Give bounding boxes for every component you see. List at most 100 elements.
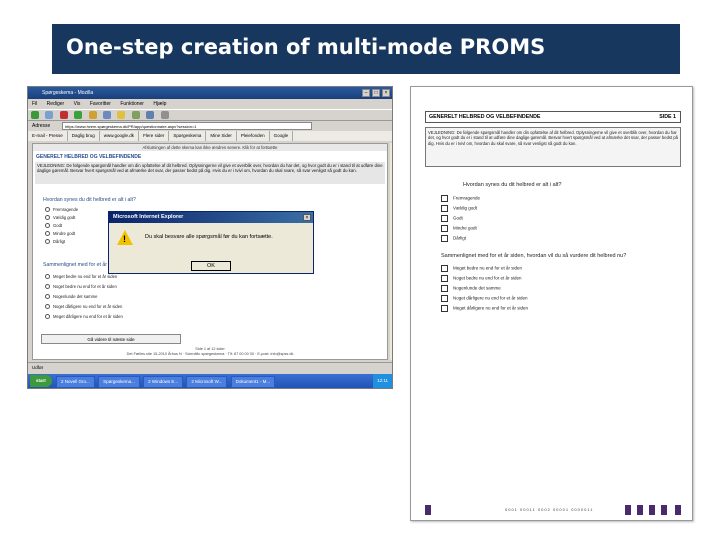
- address-label: Adresse: [32, 123, 51, 129]
- menu-help[interactable]: Hjælp: [153, 101, 166, 107]
- checkbox-icon: [441, 225, 448, 232]
- paper-q1-option: Mindre godt: [441, 225, 477, 232]
- link-6[interactable]: Pleiefonden: [237, 131, 270, 141]
- scan-mark: [661, 505, 667, 515]
- taskbar-item[interactable]: Dokument1 - M...: [230, 376, 276, 388]
- link-2[interactable]: www.google.dk: [100, 131, 140, 141]
- home-icon[interactable]: [88, 111, 97, 120]
- mail-icon[interactable]: [146, 111, 155, 120]
- menu-file[interactable]: Fil: [32, 101, 37, 107]
- menu-favorites[interactable]: Favoritter: [90, 101, 111, 107]
- checkbox-icon: [441, 215, 448, 222]
- radio-icon[interactable]: [45, 231, 50, 237]
- taskbar-item[interactable]: Spørgeskema...: [98, 376, 140, 388]
- link-4[interactable]: Spørgeskema: [169, 131, 207, 141]
- paper-q2-option: Meget bedre nu end for et år siden: [441, 265, 522, 272]
- menu-bar: Fil Rediger Vis Favoritter Funktioner Hj…: [28, 99, 392, 109]
- taskbar-item[interactable]: 2 Windows E...: [143, 376, 184, 388]
- q2-option[interactable]: Meget dårligere nu end for et år siden: [45, 314, 123, 320]
- tray-clock: 12:11: [373, 374, 392, 388]
- minimize-icon[interactable]: –: [362, 89, 370, 97]
- address-input[interactable]: https://www.hvem.spørgeskema.dk/PR/app/q…: [62, 122, 312, 130]
- scan-mark: [649, 505, 655, 515]
- taskbar: start 2 Novell Gro... Spørgeskema... 2 W…: [28, 374, 392, 388]
- warning-mark: !: [123, 234, 126, 244]
- q1-option[interactable]: Godt: [45, 223, 62, 229]
- checkbox-icon: [441, 305, 448, 312]
- ok-button[interactable]: OK: [191, 261, 231, 271]
- print-icon[interactable]: [160, 111, 169, 120]
- link-0[interactable]: E-mail - Presse: [28, 131, 68, 141]
- paper-q2-option: Noget dårligere nu end for et år siden: [441, 295, 528, 302]
- paper-question-1: Hvordan synes du dit helbred er alt i al…: [463, 182, 562, 188]
- paper-q2-option: Noget bedre nu end for et år siden: [441, 275, 522, 282]
- page-contact: Det Fælles site 15-2010 Århus N · Scient…: [126, 352, 294, 356]
- history-icon[interactable]: [131, 111, 140, 120]
- radio-icon[interactable]: [45, 314, 50, 320]
- menu-view[interactable]: Vis: [74, 101, 81, 107]
- radio-icon[interactable]: [45, 304, 50, 310]
- paper-q2-option: Meget dårligere nu end for et år siden: [441, 305, 528, 312]
- paper-instruction: VEJLEDNING: De følgende spørgsmål handle…: [425, 127, 681, 167]
- search-icon[interactable]: [102, 111, 111, 120]
- close-icon[interactable]: ×: [382, 89, 390, 97]
- favorites-icon[interactable]: [117, 111, 126, 120]
- q2-option[interactable]: Noget dårligere nu end for et år siden: [45, 304, 122, 310]
- link-5[interactable]: Mine Sider: [206, 131, 237, 141]
- paper-q1-option: Vældig godt: [441, 205, 477, 212]
- paper-barcode-text: 0001 00011 0002 00001 0000011: [505, 507, 594, 512]
- notice-bar: Afslutningen af dette skema kan ikke ænd…: [33, 144, 387, 151]
- refresh-icon[interactable]: [74, 111, 83, 120]
- link-3[interactable]: Flere sider: [139, 131, 170, 141]
- radio-icon[interactable]: [45, 223, 50, 229]
- taskbar-item[interactable]: 2 Microsoft W...: [186, 376, 228, 388]
- q1-option[interactable]: Dårligt: [45, 239, 65, 245]
- paper-q2-option: Nogenlunde det samme: [441, 285, 501, 292]
- section-title: GENERELT HELBRED OG VELBEFINDENDE: [36, 154, 142, 160]
- radio-icon[interactable]: [45, 239, 50, 245]
- dialog-close-icon[interactable]: ×: [303, 214, 311, 221]
- scan-mark: [637, 505, 643, 515]
- q2-option[interactable]: Meget bedre nu end for et år siden: [45, 274, 117, 280]
- maximize-icon[interactable]: □: [372, 89, 380, 97]
- checkbox-icon: [441, 285, 448, 292]
- paper-form: GENERELT HELBRED OG VELBEFINDENDE SIDE 1…: [410, 86, 693, 521]
- radio-icon[interactable]: [45, 207, 50, 213]
- stop-icon[interactable]: [59, 111, 68, 120]
- forward-icon[interactable]: [45, 111, 54, 120]
- next-page-button[interactable]: Gå videre til næste side: [41, 334, 181, 344]
- radio-icon[interactable]: [45, 284, 50, 290]
- q1-option[interactable]: Vældig godt: [45, 215, 75, 221]
- checkbox-icon: [441, 275, 448, 282]
- page-footer: Side 1 af 12 sider Det Fælles site 15-20…: [33, 347, 387, 357]
- scan-mark-left: [425, 505, 431, 515]
- paper-q1-option: Godt: [441, 215, 463, 222]
- question-1: Hvordan synes du dit helbred er alt i al…: [43, 197, 136, 203]
- links-bar: E-mail - Presse Daglig brug www.google.dk F…: [28, 131, 392, 141]
- taskbar-item[interactable]: 2 Novell Gro...: [56, 376, 95, 388]
- q2-option[interactable]: Nogenlunde det samme: [45, 294, 97, 300]
- checkbox-icon: [441, 205, 448, 212]
- vertical-scrollbar[interactable]: [390, 143, 392, 360]
- q2-option[interactable]: Noget bedre nu end for et år siden: [45, 284, 117, 290]
- radio-icon[interactable]: [45, 274, 50, 280]
- q1-option[interactable]: Mindre godt: [45, 231, 75, 237]
- link-7[interactable]: Google: [270, 131, 294, 141]
- paper-page-label: SIDE 1: [659, 114, 676, 120]
- q1-option[interactable]: Fremragende: [45, 207, 78, 213]
- checkbox-icon: [441, 235, 448, 242]
- back-icon[interactable]: [31, 111, 39, 120]
- paper-footer: 0001 00011 0002 00001 0000011: [425, 505, 681, 515]
- paper-section-title: GENERELT HELBRED OG VELBEFINDENDE: [429, 114, 541, 120]
- radio-icon[interactable]: [45, 294, 50, 300]
- start-button[interactable]: start: [30, 375, 52, 387]
- checkbox-icon: [441, 195, 448, 202]
- dialog-message: Du skal besvare alle spørgsmål før du ka…: [145, 234, 273, 240]
- window-title: Spørgeskema - Mozilla: [28, 87, 392, 99]
- menu-tools[interactable]: Funktioner: [120, 101, 144, 107]
- link-1[interactable]: Daglig brug: [68, 131, 100, 141]
- paper-q1-option: Dårligt: [441, 235, 466, 242]
- radio-icon[interactable]: [45, 215, 50, 221]
- menu-edit[interactable]: Rediger: [47, 101, 65, 107]
- status-bar: Udfør: [28, 362, 392, 371]
